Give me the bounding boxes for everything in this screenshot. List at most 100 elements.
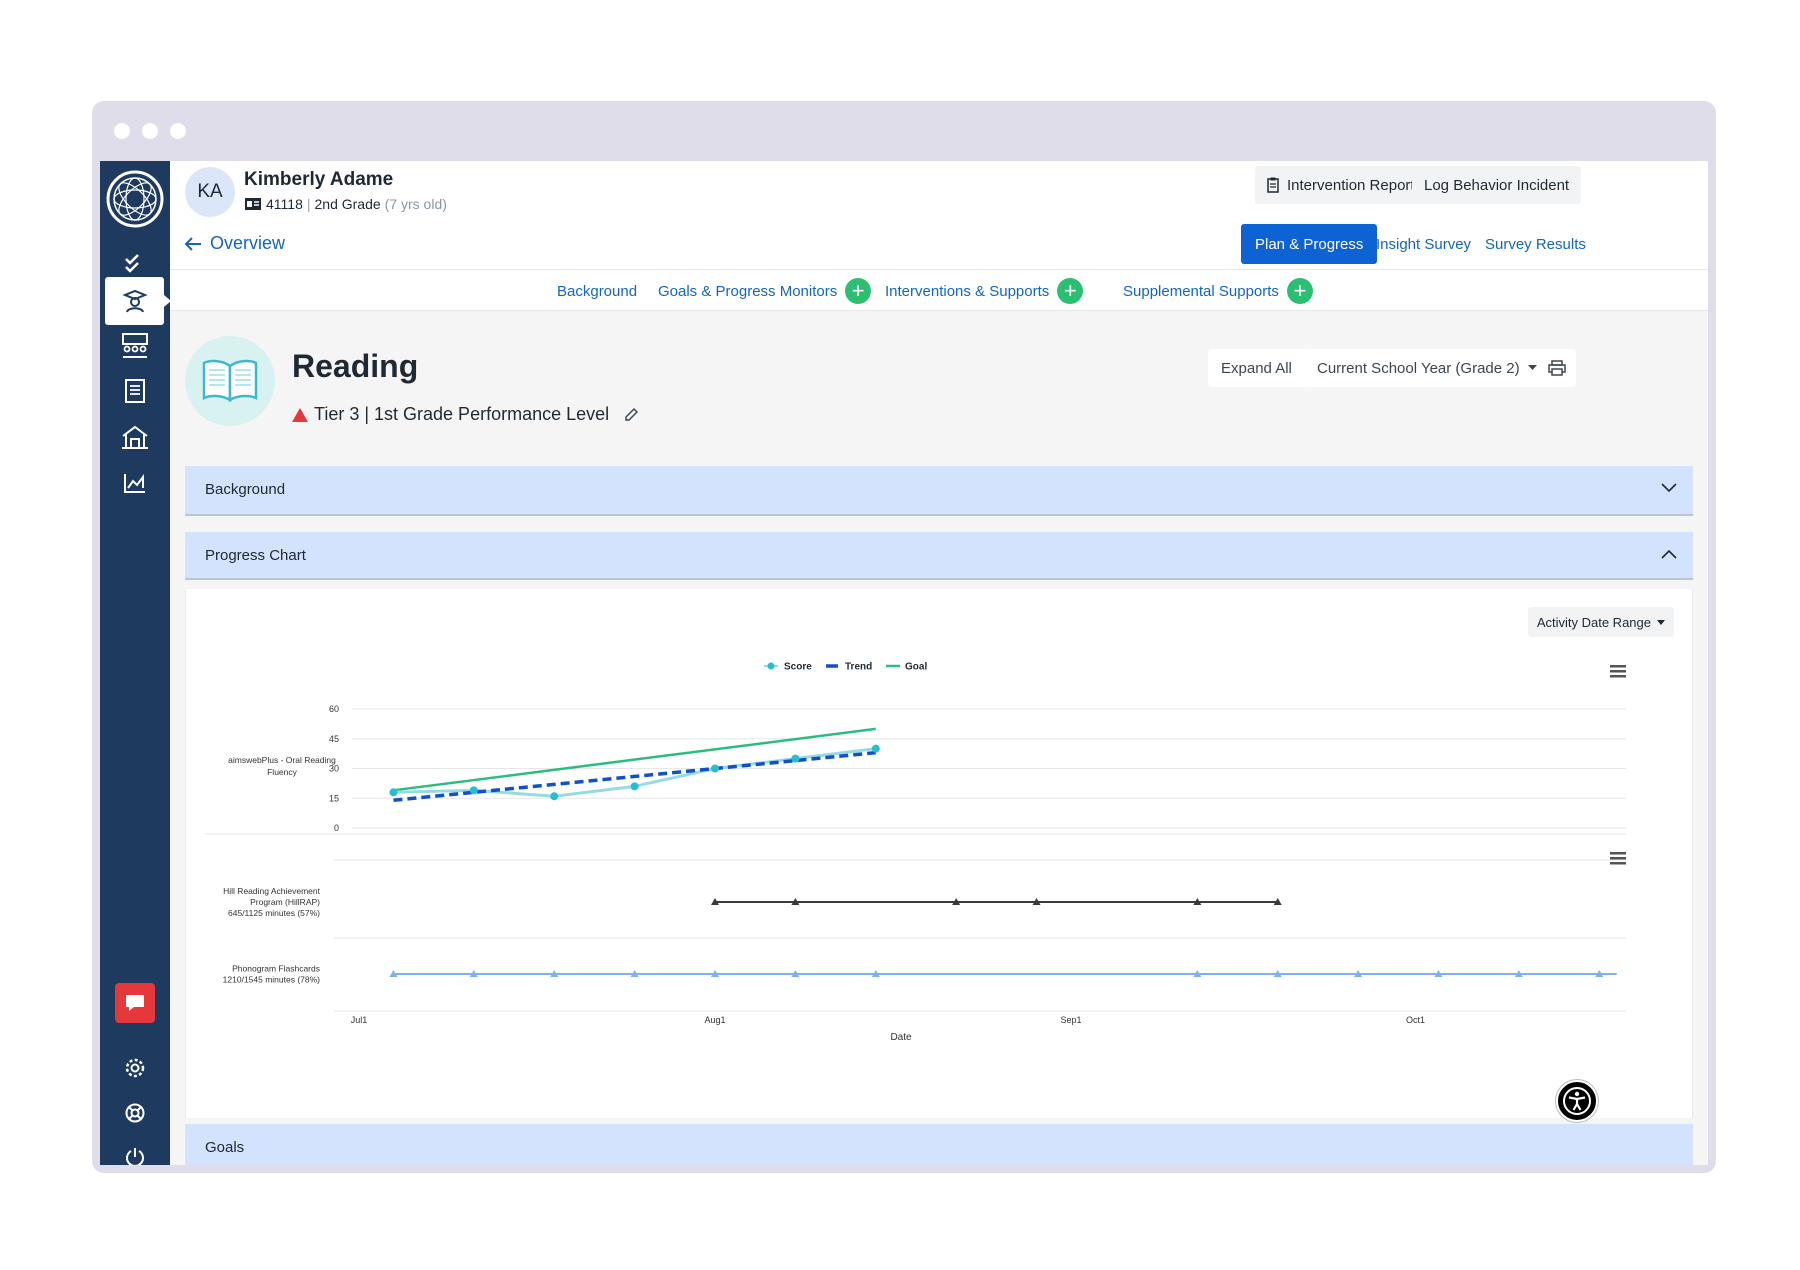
divider	[170, 269, 1708, 270]
y-tick-label: 60	[329, 704, 339, 714]
chart-menu-icon	[1610, 665, 1626, 668]
score-point	[550, 792, 559, 801]
chevron-down-icon[interactable]	[1661, 483, 1677, 493]
tab-survey-results[interactable]: Survey Results	[1471, 224, 1600, 264]
y-tick-label: 30	[329, 764, 339, 774]
subnav-supplemental-label: Supplemental Supports	[1123, 282, 1279, 300]
printer-icon	[1548, 360, 1566, 376]
student-meta: 41118 | 2nd Grade (7 yrs old)	[244, 196, 447, 212]
intervention-report-button[interactable]: Intervention Report	[1255, 166, 1427, 204]
x-axis-label: Date	[890, 1032, 912, 1043]
log-behavior-incident-button[interactable]: Log Behavior Incident	[1412, 166, 1582, 204]
subnav-supplemental[interactable]: Supplemental Supports +	[1123, 277, 1313, 305]
score-point	[791, 754, 800, 763]
row-label: Phonogram Flashcards	[232, 964, 320, 974]
classroom-icon[interactable]	[105, 321, 164, 369]
window-dot[interactable]	[142, 123, 158, 139]
school-icon[interactable]	[105, 413, 164, 461]
subnav-interventions-label: Interventions & Supports	[885, 282, 1050, 300]
chevron-up-icon[interactable]	[1661, 549, 1677, 559]
overview-link[interactable]: Overview	[184, 233, 285, 254]
goals-section-header[interactable]: Goals	[185, 1124, 1693, 1165]
chart-menu-icon	[1610, 670, 1626, 673]
intervention-report-label: Intervention Report	[1287, 176, 1415, 194]
app: KA Kimberly Adame 41118 | 2nd Grade (7 y…	[100, 161, 1708, 1165]
y-tick-label: 15	[329, 793, 339, 803]
score-point	[389, 788, 398, 797]
row-label: 1210/1545 minutes (78%)	[223, 975, 321, 985]
expand-all-label: Expand All	[1221, 359, 1292, 377]
x-tick-label: Aug1	[704, 1015, 725, 1025]
sidebar	[100, 161, 171, 1165]
add-supplemental-icon[interactable]: +	[1286, 278, 1313, 304]
y-tick-label: 0	[334, 823, 339, 833]
legend-goal-label: Goal	[905, 662, 927, 673]
pencil-edit-icon[interactable]	[623, 407, 639, 423]
chart-menu-icon	[1610, 857, 1626, 860]
window-dot[interactable]	[114, 123, 130, 139]
legend-score-label: Score	[784, 662, 812, 673]
window-dot[interactable]	[170, 123, 186, 139]
score-point	[871, 744, 880, 753]
y-axis-label: aimswebPlus - Oral Reading	[228, 755, 336, 765]
student-icon[interactable]	[105, 277, 171, 325]
subject-title: Reading	[292, 348, 419, 384]
y-tick-label: 45	[329, 734, 339, 744]
arrow-left-icon	[184, 236, 201, 251]
log-behavior-label: Log Behavior Incident	[1424, 176, 1570, 194]
score-point	[469, 786, 478, 795]
tab-insight-survey[interactable]: Insight Survey	[1362, 224, 1485, 264]
chat-icon[interactable]	[115, 983, 155, 1023]
row-label: Program (HillRAP)	[250, 897, 320, 907]
chart-menu-icon	[1610, 852, 1626, 855]
student-age: (7 yrs old)	[384, 196, 447, 212]
tab-plan-progress[interactable]: Plan & Progress	[1241, 224, 1378, 264]
x-tick-label: Sep1	[1060, 1015, 1081, 1025]
clipboard-icon	[1267, 177, 1279, 193]
y-axis-label: Fluency	[267, 767, 298, 777]
add-goal-icon[interactable]: +	[845, 278, 872, 304]
warning-triangle-icon	[292, 407, 308, 422]
browser-window: KA Kimberly Adame 41118 | 2nd Grade (7 y…	[92, 101, 1716, 1173]
x-tick-label: Oct1	[1406, 1015, 1425, 1025]
id-card-icon	[245, 198, 261, 210]
background-section-title: Background	[205, 481, 286, 498]
avatar: KA	[185, 167, 235, 217]
progress-chart: 0 15 30 45 60 aimswebPlus - Oral Reading Fluen…	[204, 662, 1626, 1043]
power-icon[interactable]	[105, 1133, 164, 1165]
x-tick-label: Jul1	[351, 1015, 368, 1025]
score-point	[630, 782, 639, 791]
progress-chart-panel: Activity Date Range 0 15 30 45 60 aimswebPlus…	[185, 589, 1693, 1118]
subnav-background-label: Background	[557, 282, 638, 300]
row-label: 645/1125 minutes (57%)	[228, 908, 320, 918]
overview-label: Overview	[210, 233, 286, 253]
school-year-label: Current School Year (Grade 2)	[1317, 359, 1520, 377]
subnav-background[interactable]: Background	[557, 277, 637, 305]
student-grade: 2nd Grade	[314, 196, 381, 212]
school-year-select[interactable]: Current School Year (Grade 2)	[1304, 349, 1550, 387]
tier-label: Tier 3 | 1st Grade Performance Level	[314, 404, 610, 424]
divider	[170, 310, 1708, 311]
subnav-goals-label: Goals & Progress Monitors	[658, 282, 838, 300]
chart-menu-icon	[1610, 675, 1626, 678]
student-name: Kimberly Adame	[244, 169, 394, 190]
settings-icon[interactable]	[105, 1044, 164, 1092]
add-intervention-icon[interactable]: +	[1057, 278, 1084, 304]
subnav-goals[interactable]: Goals & Progress Monitors +	[658, 277, 872, 305]
logo-icon[interactable]	[105, 169, 165, 229]
progress-chart-section-header[interactable]: Progress Chart	[185, 532, 1693, 580]
caret-down-icon	[1527, 365, 1537, 370]
legend-score-marker	[767, 662, 775, 670]
subnav-interventions[interactable]: Interventions & Supports +	[885, 277, 1084, 305]
notebook-icon[interactable]	[105, 367, 164, 415]
tier-level: Tier 3 | 1st Grade Performance Level	[292, 404, 639, 425]
expand-all-button[interactable]: Expand All	[1208, 349, 1305, 387]
chart-icon[interactable]	[105, 459, 164, 507]
legend-trend-label: Trend	[845, 662, 872, 673]
print-button[interactable]	[1538, 349, 1576, 387]
accessibility-icon[interactable]	[1556, 1080, 1598, 1122]
row-label: Hill Reading Achievement	[223, 886, 320, 896]
background-section-header[interactable]: Background	[185, 466, 1693, 516]
progress-chart-section-title: Progress Chart	[205, 547, 306, 564]
help-lifebuoy-icon[interactable]	[105, 1089, 164, 1137]
